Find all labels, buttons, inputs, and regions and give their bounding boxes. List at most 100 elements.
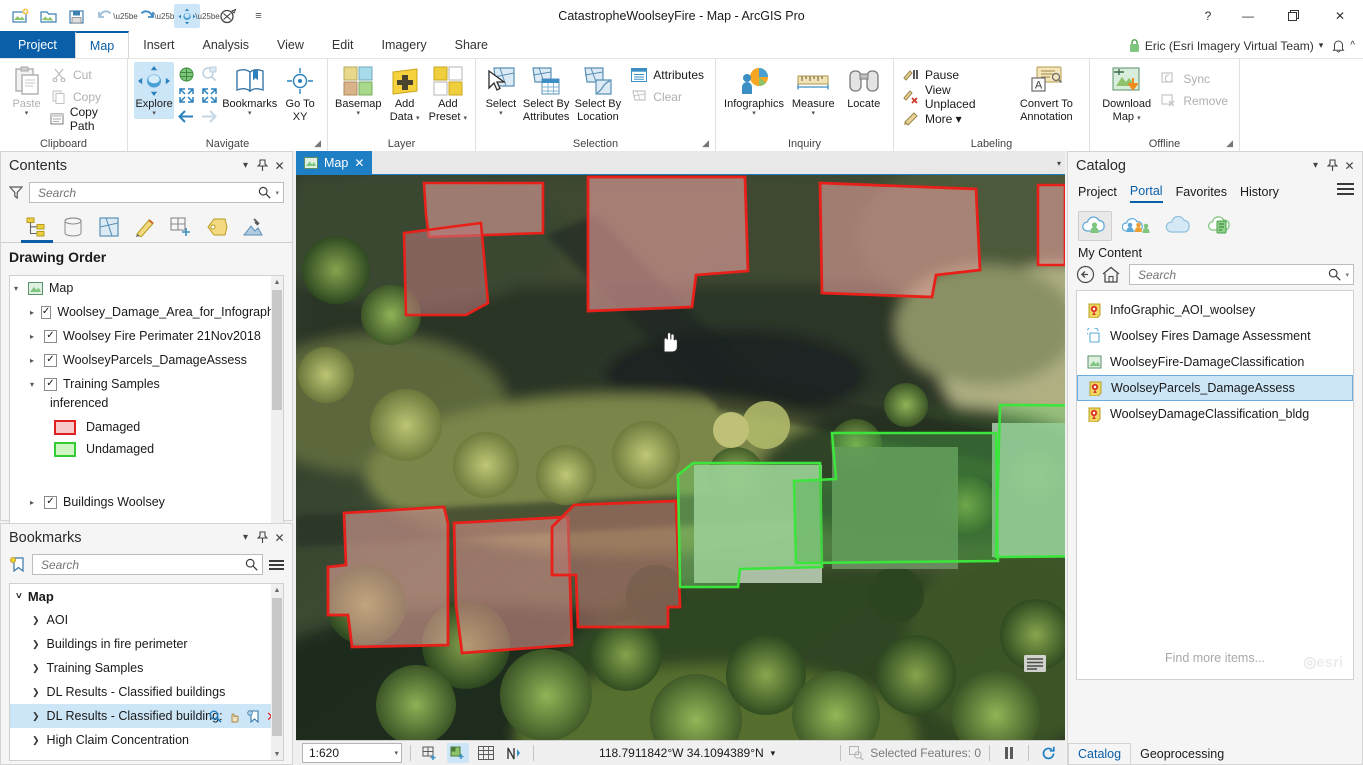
select-by-location-button[interactable]: Select ByLocation <box>573 62 624 125</box>
catalog-item-infographic-aoi-woolsey[interactable]: InfoGraphic_AOI_woolsey <box>1077 297 1353 323</box>
catalog-item-woolsey-fires-damage-assessment[interactable]: Woolsey Fires Damage Assessment <box>1077 323 1353 349</box>
explore-caret[interactable]: ▾ <box>152 111 156 117</box>
back-icon[interactable] <box>1076 265 1095 284</box>
expander-icon[interactable]: ▸ <box>30 498 44 507</box>
account-caret[interactable]: ▾ <box>1319 40 1324 51</box>
catalog-item-woolseydamageclassification-bldg[interactable]: WoolseyDamageClassification_bldg <box>1077 401 1353 427</box>
basemap-button[interactable]: Basemap ▾ <box>334 62 382 119</box>
list-by-data-source-icon[interactable] <box>59 212 87 242</box>
catalog-item-woolseyparcels-damageassess[interactable]: WoolseyParcels_DamageAssess <box>1077 375 1353 401</box>
expander-icon[interactable]: ▸ <box>30 332 44 341</box>
chevron-right-icon[interactable]: ❯ <box>32 735 40 746</box>
chevron-right-icon[interactable]: ❯ <box>32 711 40 722</box>
copy-path-button[interactable]: Copy Path <box>48 108 121 129</box>
chevron-right-icon[interactable]: ❯ <box>32 687 40 698</box>
sync-button[interactable]: Sync <box>1158 68 1233 89</box>
bookmarks-menu-caret[interactable]: ▾ <box>237 528 254 548</box>
groups-icon[interactable] <box>1120 211 1154 241</box>
download-map-button[interactable]: DownloadMap ▾ <box>1096 62 1157 125</box>
map-scale-caret[interactable]: ▾ <box>394 749 398 757</box>
tab-view[interactable]: View <box>263 31 318 58</box>
bookmark-qat-icon[interactable] <box>215 4 241 28</box>
layer-checkbox[interactable]: ✓ <box>44 354 57 367</box>
previous-extent-zoom-icon[interactable] <box>198 64 220 85</box>
locate-button[interactable]: Locate <box>840 62 887 113</box>
list-by-labeling-icon[interactable] <box>203 212 231 242</box>
catalog-menu-caret[interactable]: ▾ <box>1307 156 1324 176</box>
paste-button[interactable]: Paste ▾ <box>6 62 47 119</box>
paste-caret[interactable]: ▾ <box>25 111 29 117</box>
list-by-snapping-icon[interactable] <box>167 212 195 242</box>
contents-search-input[interactable]: ▾ <box>29 182 284 203</box>
catalog-search-input[interactable]: ▾ <box>1129 264 1354 285</box>
catalog-tab-favorites[interactable]: Favorites <box>1176 185 1227 202</box>
catalog-search-field[interactable] <box>1136 267 1328 283</box>
map-view-tab[interactable]: Map ✕ <box>296 151 372 174</box>
chevron-right-icon[interactable]: ❯ <box>32 663 40 674</box>
layer-row-0[interactable]: ▸ ✓ Woolsey_Damage_Area_for_Infographic <box>10 300 283 324</box>
update-bookmark-icon[interactable] <box>247 710 260 723</box>
infographics-caret[interactable]: ▾ <box>752 111 756 117</box>
zoom-out-fixed-icon[interactable] <box>175 85 197 106</box>
zoom-to-icon[interactable] <box>209 710 222 723</box>
zoom-in-fixed-icon[interactable] <box>198 85 220 106</box>
open-project-icon[interactable] <box>36 4 62 28</box>
bookmarks-close-button[interactable]: ✕ <box>271 528 288 548</box>
contents-pin-icon[interactable] <box>254 156 271 176</box>
new-project-icon[interactable] <box>8 4 34 28</box>
map-canvas[interactable] <box>296 175 1065 740</box>
living-atlas-icon[interactable] <box>1204 211 1238 241</box>
bookmarks-caret[interactable]: ▾ <box>248 111 252 117</box>
map-view-tab-list-caret[interactable]: ▾ <box>1057 151 1061 175</box>
bookmark-item-aoi[interactable]: ❯ AOI <box>10 608 283 632</box>
filter-icon[interactable] <box>9 186 23 199</box>
add-preset-button[interactable]: AddPreset ▾ <box>427 62 469 125</box>
contents-close-button[interactable]: ✕ <box>271 156 288 176</box>
selection-chip-icon[interactable] <box>447 743 469 763</box>
chevron-right-icon[interactable]: ❯ <box>32 615 40 626</box>
save-project-icon[interactable] <box>64 4 90 28</box>
catalog-tab-history[interactable]: History <box>1240 185 1279 202</box>
scrollbar-thumb[interactable] <box>272 598 282 736</box>
measure-caret[interactable]: ▾ <box>811 111 815 117</box>
layer-row-4[interactable]: ▸ ✓ Buildings Woolsey <box>10 490 283 514</box>
list-by-drawing-order-icon[interactable] <box>23 212 51 242</box>
catalog-menu-icon[interactable] <box>1337 183 1354 195</box>
explore-qat-caret[interactable]: \u25be <box>202 4 213 28</box>
view-unplaced-button[interactable]: View Unplaced <box>900 86 1009 107</box>
layer-checkbox[interactable]: ✓ <box>44 496 57 509</box>
search-icon[interactable] <box>245 558 258 571</box>
remove-offline-button[interactable]: Remove <box>1158 90 1233 111</box>
scroll-up-arrow[interactable]: ▲ <box>271 584 283 596</box>
layer-checkbox[interactable]: ✓ <box>44 378 57 391</box>
bookmark-item-training-samples[interactable]: ❯ Training Samples <box>10 656 283 680</box>
bookmark-item-high-claim-concentration[interactable]: ❯ High Claim Concentration <box>10 728 283 752</box>
full-extent-icon[interactable] <box>175 64 197 85</box>
minimize-button[interactable]: — <box>1225 0 1271 32</box>
measure-button[interactable]: Measure ▾ <box>787 62 839 119</box>
attribute-table-icon[interactable] <box>475 743 497 763</box>
bookmarks-search-field[interactable] <box>39 557 245 573</box>
catalog-search-caret[interactable]: ▾ <box>1345 271 1349 279</box>
bookmarks-scrollbar[interactable]: ▲ ▼ <box>271 584 283 760</box>
coordinates-caret[interactable]: ▾ <box>771 748 776 759</box>
select-by-attributes-button[interactable]: Select ByAttributes <box>521 62 572 125</box>
close-button[interactable]: ✕ <box>1317 0 1363 32</box>
convert-to-annotation-button[interactable]: A Convert ToAnnotation <box>1010 62 1083 125</box>
go-to-xy-button[interactable]: Go To XY <box>279 62 321 125</box>
tab-imagery[interactable]: Imagery <box>367 31 440 58</box>
tab-edit[interactable]: Edit <box>318 31 368 58</box>
add-vertex-icon[interactable] <box>419 743 441 763</box>
offline-dialog-launcher[interactable]: ◢ <box>1226 138 1233 149</box>
scrollbar-thumb[interactable] <box>272 290 282 410</box>
bookmark-item-dl-results-classified-buildings-2[interactable]: ❯ DL Results - Classified building: ✕ <box>10 704 283 728</box>
account-name[interactable]: Eric (Esri Imagery Virtual Team) <box>1145 39 1314 53</box>
redo-dropdown-caret[interactable]: \u25be <box>161 4 172 28</box>
bookmarks-button[interactable]: Bookmarks ▾ <box>221 62 278 119</box>
catalog-pin-icon[interactable] <box>1324 156 1341 176</box>
tab-analysis[interactable]: Analysis <box>189 31 264 58</box>
refresh-icon[interactable] <box>1037 743 1059 763</box>
catalog-close-button[interactable]: ✕ <box>1341 156 1358 176</box>
restore-button[interactable] <box>1271 0 1317 32</box>
contents-search-caret[interactable]: ▾ <box>275 189 279 197</box>
